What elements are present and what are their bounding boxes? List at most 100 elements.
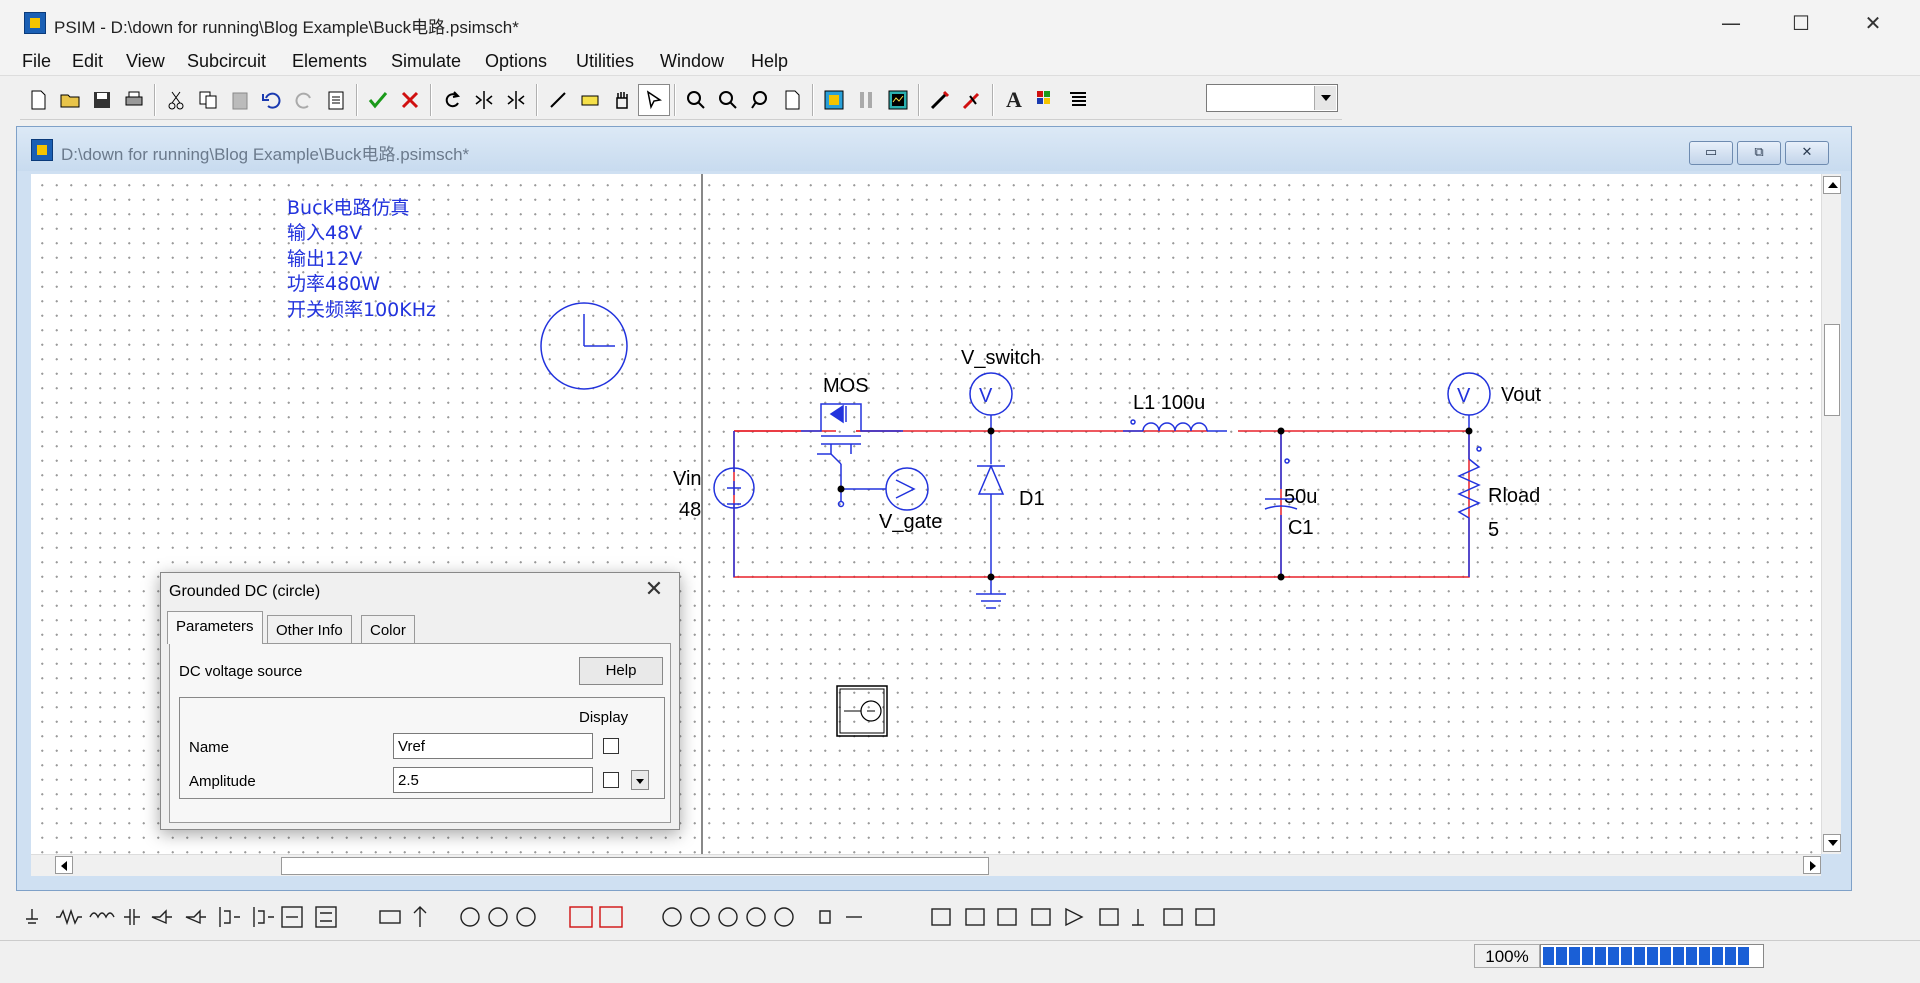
pi-controller-icon[interactable] [965,908,985,926]
capacitor-element-icon[interactable] [124,909,140,925]
child-close-button[interactable]: ✕ [1785,141,1829,165]
name-field[interactable] [393,733,593,759]
scroll-down-icon[interactable] [1823,834,1841,852]
menu-view[interactable]: View [126,51,165,72]
fit-page-icon[interactable] [776,84,808,116]
minimize-button[interactable]: — [1696,0,1766,46]
help-button[interactable]: Help [579,657,663,685]
limiter-icon[interactable] [1099,908,1119,926]
transistor-element-icon[interactable] [219,907,240,927]
open-folder-icon[interactable] [54,84,86,116]
comparator-icon[interactable] [1065,907,1084,927]
divider-icon[interactable] [1195,908,1215,926]
label-icon[interactable] [574,84,606,116]
ac-source-element-icon[interactable] [690,907,710,927]
flip-lr-icon[interactable] [468,84,500,116]
triangle-source-element-icon[interactable] [746,907,766,927]
copy-icon[interactable] [192,84,224,116]
ammeter-element-icon[interactable] [516,907,536,927]
switch-block-icon[interactable] [315,906,337,928]
wire-icon[interactable] [542,84,574,116]
menu-file[interactable]: File [22,51,51,72]
menu-subcircuit[interactable]: Subcircuit [187,51,266,72]
inductor-element-icon[interactable] [89,912,115,919]
mosfet-element-icon[interactable] [281,906,303,928]
amplitude-field[interactable] [393,767,593,793]
menu-utilities[interactable]: Utilities [576,51,634,72]
chevron-down-icon[interactable] [1314,86,1336,110]
scope2-element-icon[interactable] [599,906,623,928]
voltmeter-element-icon[interactable] [460,907,480,927]
text-icon[interactable]: A [998,84,1030,116]
scope-element-icon[interactable] [569,906,593,928]
multiplier-icon[interactable] [1163,908,1183,926]
zoom-in-icon[interactable] [680,84,712,116]
current-probe-icon[interactable] [956,84,988,116]
summer-icon[interactable] [997,908,1017,926]
cancel-x-icon[interactable] [394,84,426,116]
child-minimize-button[interactable]: ▭ [1689,141,1733,165]
new-file-icon[interactable] [22,84,54,116]
library-browser-icon[interactable] [1062,84,1094,116]
resistor-element-icon[interactable] [56,908,82,926]
gate-voltmeter[interactable] [837,467,929,511]
toolbar-combo-box[interactable] [1206,84,1338,112]
scroll-left-icon[interactable] [55,856,73,874]
amplitude-display-checkbox[interactable] [603,772,619,788]
maximize-button[interactable]: ☐ [1766,0,1836,46]
pause-icon[interactable] [850,84,882,116]
square-source-element-icon[interactable] [718,907,738,927]
vref-element-placing[interactable] [836,685,888,737]
tab-color[interactable]: Color [361,615,415,643]
select-pointer-icon[interactable] [638,84,670,116]
zoom-out-icon[interactable] [712,84,744,116]
voltage-probe-icon[interactable] [924,84,956,116]
diode-element-icon[interactable] [151,909,172,925]
print-icon[interactable] [118,84,150,116]
flip-tb-icon[interactable] [500,84,532,116]
name-display-checkbox[interactable] [603,738,619,754]
close-button[interactable]: ✕ [1838,0,1908,46]
child-restore-button[interactable]: ⧉ [1737,141,1781,165]
inductor-l1[interactable] [1123,419,1227,432]
cut-icon[interactable] [160,84,192,116]
dialog-close-button[interactable]: ✕ [639,577,669,602]
transformer-element-icon[interactable] [379,910,401,924]
resistor-rload[interactable] [1457,446,1482,524]
current-element-icon[interactable] [413,906,427,927]
tab-other-info[interactable]: Other Info [267,615,352,643]
rotate-icon[interactable] [436,84,468,116]
voltmeter2-element-icon[interactable] [488,907,508,927]
zoom-area-icon[interactable] [744,84,776,116]
run-simulation-icon[interactable] [818,84,850,116]
simview-icon[interactable] [882,84,914,116]
node-icon[interactable] [1132,909,1144,926]
igbt-element-icon[interactable] [253,907,274,927]
k-gain-icon[interactable] [931,908,951,926]
summer2-icon[interactable] [1031,908,1051,926]
amplitude-dropdown-icon[interactable] [631,770,649,790]
step-source-element-icon[interactable] [774,907,794,927]
menu-options[interactable]: Options [485,51,547,72]
redo-icon[interactable] [288,84,320,116]
mosfet-switch[interactable] [801,403,903,489]
horizontal-scroll-thumb[interactable] [281,857,989,875]
vertical-scroll-thumb[interactable] [1824,324,1840,416]
menu-edit[interactable]: Edit [72,51,103,72]
dc-source-element-icon[interactable] [662,907,682,927]
ground-element-icon[interactable] [26,909,38,924]
pan-hand-icon[interactable] [606,84,638,116]
menu-simulate[interactable]: Simulate [391,51,461,72]
vertical-scrollbar[interactable] [1821,174,1841,854]
thyristor-element-icon[interactable] [185,909,206,925]
diode-d1[interactable] [977,464,1005,495]
undo-icon[interactable] [256,84,288,116]
save-icon[interactable] [86,84,118,116]
scroll-right-icon[interactable] [1803,856,1821,874]
check-icon[interactable] [362,84,394,116]
menu-elements[interactable]: Elements [292,51,367,72]
scroll-up-icon[interactable] [1823,176,1841,194]
paste-icon[interactable] [224,84,256,116]
horizontal-scrollbar[interactable] [31,854,1821,876]
menu-help[interactable]: Help [751,51,788,72]
